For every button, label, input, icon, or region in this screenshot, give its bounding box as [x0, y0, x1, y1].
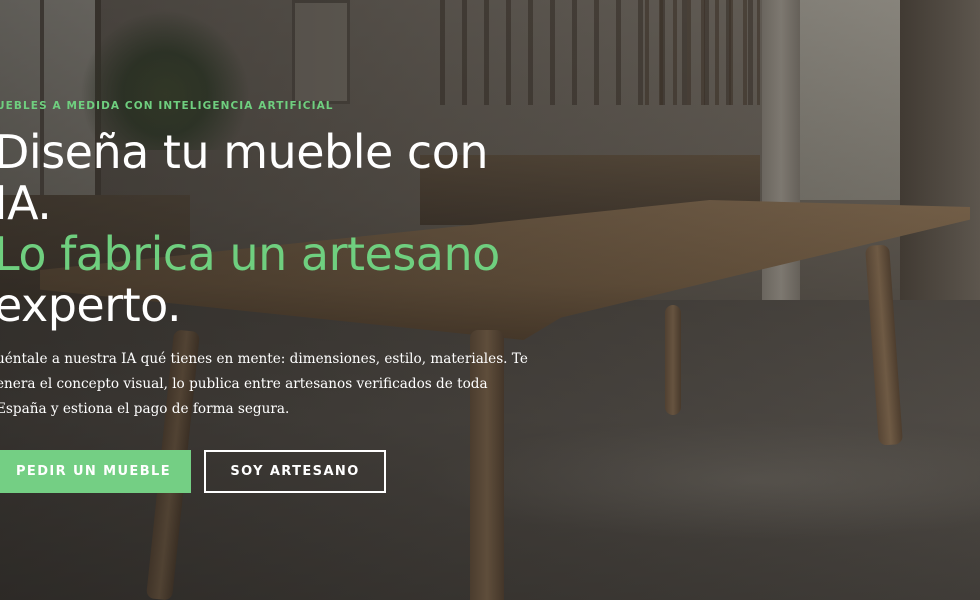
hero-description: uéntale a nuestra IA qué tienes en mente… [0, 351, 528, 417]
hero-section: uebles a medida con inteligencia artific… [0, 0, 980, 600]
headline-line-4: experto. [0, 278, 182, 332]
hero-headline: Diseña tu mueble con IA. Lo fabrica un a… [0, 127, 594, 331]
headline-line-2: IA. [0, 176, 52, 230]
order-furniture-button[interactable]: PEDIR UN MUEBLE [0, 450, 191, 493]
headline-accent-line: Lo fabrica un artesano [0, 227, 500, 281]
craftsman-button[interactable]: SOY ARTESANO [204, 450, 386, 493]
hero-eyebrow: uebles a medida con inteligencia artific… [0, 100, 334, 112]
headline-line-1: Diseña tu mueble con [0, 125, 489, 179]
